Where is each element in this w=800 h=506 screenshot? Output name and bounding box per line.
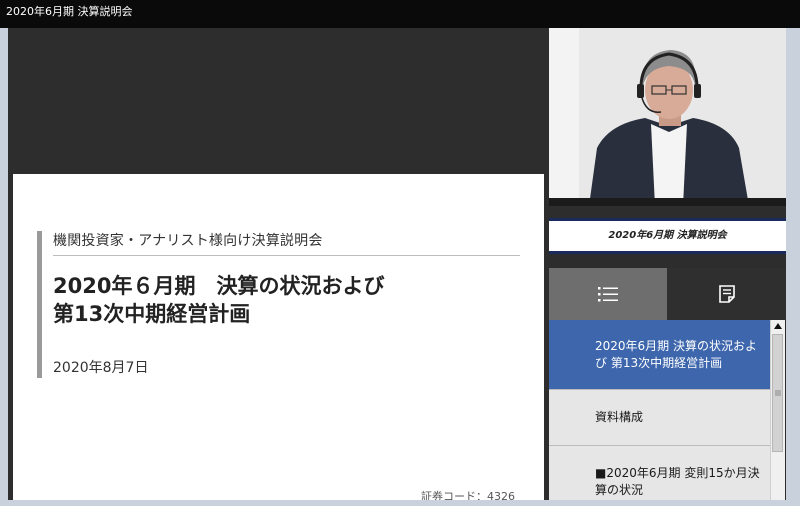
speaker-image	[549, 28, 786, 206]
scroll-up-arrow-icon[interactable]	[771, 320, 785, 332]
side-panel: 2020年6月期 決算説明会 2020年6月期 決算の状況および 第13次中期経	[549, 28, 786, 500]
chapter-label: 資料構成	[595, 410, 644, 424]
slide-title-line2: 第13次中期経営計画	[53, 302, 251, 326]
securities-code: 証券コード：4326	[421, 490, 515, 500]
chapter-scrollbar[interactable]	[770, 320, 785, 500]
slide-divider	[53, 255, 520, 256]
scroll-thumb[interactable]	[772, 334, 783, 452]
document-icon	[718, 285, 735, 303]
video-caption: 2020年6月期 決算説明会	[549, 218, 786, 254]
panel-tabs	[549, 268, 786, 320]
slide-accent-bar	[37, 231, 42, 378]
tab-chapter-list[interactable]	[549, 268, 667, 320]
window-title: 2020年6月期 決算説明会	[6, 5, 133, 18]
tab-document[interactable]	[667, 268, 786, 320]
chapter-item[interactable]: 資料構成	[549, 390, 770, 446]
slide-title-line1: 2020年６月期 決算の状況および	[53, 274, 385, 298]
chapter-item[interactable]: ■2020年6月期 変則15か月決算の状況	[549, 446, 770, 500]
presentation-slide: 機関投資家・アナリスト様向け決算説明会 2020年６月期 決算の状況および 第1…	[13, 174, 544, 500]
slide-title: 2020年６月期 決算の状況および 第13次中期経営計画	[53, 272, 384, 328]
window-title-bar: 2020年6月期 決算説明会	[0, 0, 800, 28]
speaker-video[interactable]	[549, 28, 786, 206]
window-frame-bottom	[0, 500, 800, 506]
slide-viewer: 機関投資家・アナリスト様向け決算説明会 2020年６月期 決算の状況および 第1…	[8, 28, 549, 500]
chapter-item[interactable]: 2020年6月期 決算の状況および 第13次中期経営計画	[549, 320, 770, 390]
slide-subtitle: 機関投資家・アナリスト様向け決算説明会	[53, 233, 323, 249]
chapter-label: ■2020年6月期 変則15か月決算の状況	[595, 466, 760, 497]
chapter-label: 2020年6月期 決算の状況および 第13次中期経営計画	[595, 338, 757, 370]
list-icon	[598, 287, 618, 302]
chapter-list: 2020年6月期 決算の状況および 第13次中期経営計画 資料構成 ■2020年…	[549, 320, 770, 500]
window-frame-right	[786, 28, 800, 506]
slide-date: 2020年8月7日	[53, 360, 149, 376]
grip-icon	[774, 390, 781, 396]
